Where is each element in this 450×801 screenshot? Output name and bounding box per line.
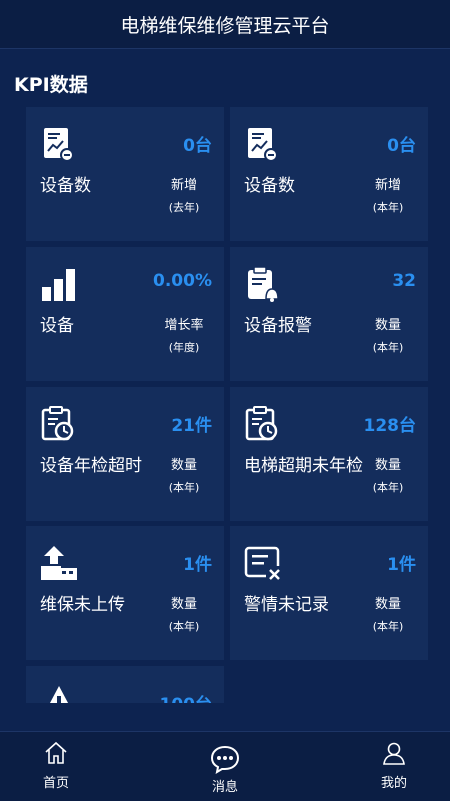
kpi-period: (本年) xyxy=(168,620,200,633)
kpi-value: 21件 xyxy=(171,416,212,436)
tab-messages[interactable]: 消息 xyxy=(185,732,265,801)
kpi-value: 1件 xyxy=(387,555,416,575)
kpi-card-device-growth-rate[interactable]: 0.00% 设备 增长率 (年度) xyxy=(26,247,224,381)
tab-profile[interactable]: 我的 xyxy=(354,732,434,801)
kpi-value: 1件 xyxy=(183,555,212,575)
user-icon xyxy=(383,742,405,765)
kpi-metric: 数量 xyxy=(374,318,401,333)
kpi-period: (本年) xyxy=(372,201,404,214)
kpi-card-elevator-overdue-inspection[interactable]: 128台 电梯超期未年检 数量 (本年) xyxy=(230,387,428,521)
tab-home[interactable]: 首页 xyxy=(16,732,96,801)
kpi-card-device-alarms[interactable]: 32 设备报警 数量 (本年) xyxy=(230,247,428,381)
tab-label: 我的 xyxy=(380,776,407,791)
warning-triangle-icon xyxy=(49,686,69,703)
kpi-card-alert-not-recorded[interactable]: 1件 警情未记录 数量 (本年) xyxy=(230,526,428,660)
kpi-title: 维保未上传 xyxy=(40,595,125,615)
kpi-metric: 新增 xyxy=(170,178,197,193)
kpi-title: 电梯超期未年检 xyxy=(244,456,363,476)
app-title: 电梯维保维修管理云平台 xyxy=(120,14,330,37)
kpi-title: 警情未记录 xyxy=(244,595,329,615)
kpi-period: (年度) xyxy=(168,341,200,354)
kpi-card-inspection-overdue[interactable]: 21件 设备年检超时 数量 (本年) xyxy=(26,387,224,521)
kpi-period: (本年) xyxy=(372,341,404,354)
kpi-metric: 数量 xyxy=(170,597,197,612)
kpi-metric: 增长率 xyxy=(164,318,204,333)
kpi-card-maintenance-not-uploaded[interactable]: 1件 维保未上传 数量 (本年) xyxy=(26,526,224,660)
kpi-value: 32 xyxy=(392,271,416,291)
kpi-card-devices-new-this-year[interactable]: 0台 设备数 新增 (本年) xyxy=(230,107,428,241)
home-icon xyxy=(45,741,67,764)
kpi-metric: 数量 xyxy=(170,458,197,473)
tab-label: 消息 xyxy=(211,780,238,795)
kpi-metric: 新增 xyxy=(374,178,401,193)
clipboard-clock-icon xyxy=(41,406,74,441)
clipboard-clock-icon xyxy=(245,406,278,441)
kpi-value: 0.00% xyxy=(153,271,212,291)
clipboard-alarm-icon xyxy=(248,266,279,302)
kpi-card-partial[interactable]: 100台 xyxy=(26,666,224,703)
kpi-title: 设备报警 xyxy=(244,316,312,336)
kpi-title: 设备年检超时 xyxy=(40,456,142,476)
kpi-value: 100台 xyxy=(160,690,213,703)
kpi-value: 0台 xyxy=(183,136,212,156)
kpi-period: (本年) xyxy=(372,481,404,494)
section-title: KPI数据 xyxy=(14,74,88,96)
kpi-period: (本年) xyxy=(168,481,200,494)
kpi-metric: 数量 xyxy=(374,597,401,612)
kpi-title: 设备数 xyxy=(40,176,91,196)
tab-label: 首页 xyxy=(42,776,69,791)
note-close-icon xyxy=(244,546,282,582)
kpi-title: 设备 xyxy=(40,316,74,336)
kpi-metric: 数量 xyxy=(374,458,401,473)
app-header: 电梯维保维修管理云平台 xyxy=(0,0,450,49)
bar-chart-icon xyxy=(42,269,75,301)
kpi-period: (本年) xyxy=(372,620,404,633)
kpi-value: 0台 xyxy=(387,136,416,156)
kpi-scroll-area[interactable]: KPI数据 0台 设备数 新增 (去年) 0台 设备数 新增 (本年) 0.00… xyxy=(0,0,450,703)
report-chart-icon xyxy=(248,128,278,162)
kpi-period: (去年) xyxy=(168,201,200,214)
kpi-value: 128台 xyxy=(363,416,417,436)
kpi-title: 设备数 xyxy=(244,176,295,196)
chat-bubble-icon xyxy=(210,745,240,774)
upload-box-icon xyxy=(41,546,77,580)
kpi-card-devices-new-last-year[interactable]: 0台 设备数 新增 (去年) xyxy=(26,107,224,241)
bottom-tab-bar: 首页 消息 我的 xyxy=(0,731,450,801)
report-chart-icon xyxy=(44,128,74,162)
